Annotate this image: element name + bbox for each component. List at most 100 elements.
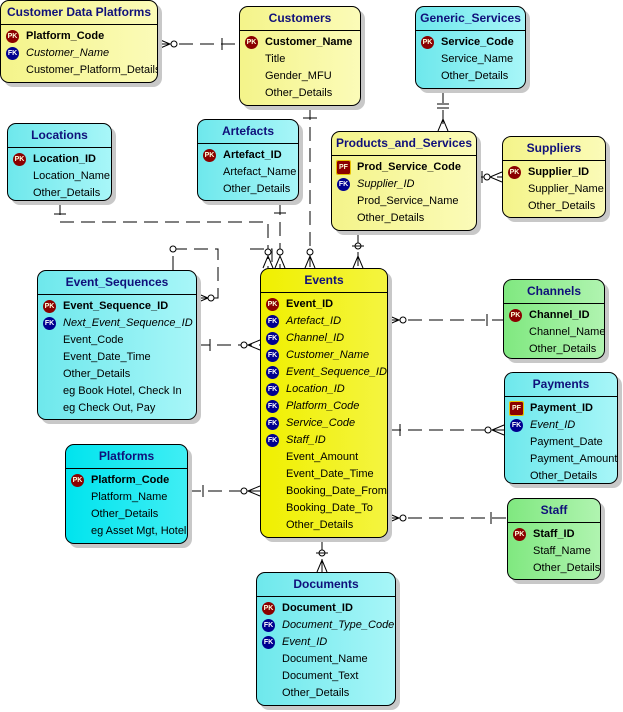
foreign-key-icon: FK bbox=[266, 383, 279, 396]
attribute-row: PK Event_Sequence_ID bbox=[38, 298, 196, 315]
attribute-name: Prod_Service_Code bbox=[357, 161, 461, 173]
attribute-row: Other_Details bbox=[66, 506, 187, 523]
entity-customers[interactable]: Customers PK Customer_Name Title Gender_MFU O… bbox=[239, 6, 361, 106]
attribute-row: eg Check Out, Pay bbox=[38, 400, 196, 417]
attribute-row: PK Artefact_ID bbox=[198, 147, 298, 164]
attribute-row: FK Document_Type_Code bbox=[257, 617, 395, 634]
attribute-name: Payment_Amount bbox=[530, 453, 618, 465]
attribute-row: PK Location_ID bbox=[8, 151, 111, 168]
entity-event-sequences[interactable]: Event_Sequences PK Event_Sequence_ID FK Next… bbox=[37, 270, 197, 420]
attribute-name: Artefact_ID bbox=[223, 149, 282, 161]
primary-key-icon: PK bbox=[13, 153, 26, 166]
attribute-name: Platform_Name bbox=[91, 491, 168, 503]
attribute-list: PK Staff_ID Staff_Name Other_Details bbox=[508, 523, 600, 577]
attribute-row: Document_Text bbox=[257, 668, 395, 685]
attribute-name: Staff_Name bbox=[533, 545, 591, 557]
attribute-row: PK Platform_Code bbox=[66, 472, 187, 489]
attribute-row: Customer_Platform_Details bbox=[1, 62, 157, 79]
attribute-row: FK Event_ID bbox=[505, 417, 617, 434]
entity-documents[interactable]: Documents PK Document_ID FK Document_Type_Co… bbox=[256, 572, 396, 706]
attribute-name: Event_Amount bbox=[286, 451, 359, 463]
entity-products-and-services[interactable]: Products_and_Services PF Prod_Service_Code… bbox=[331, 131, 477, 231]
attribute-name: Staff_ID bbox=[533, 528, 575, 540]
attribute-name: Event_ID bbox=[282, 636, 328, 648]
attribute-name: Other_Details bbox=[530, 470, 598, 482]
attribute-name: eg Asset Mgt, Hotel bbox=[91, 525, 187, 537]
entity-title: Platforms bbox=[66, 445, 187, 469]
attribute-name: Event_ID bbox=[286, 298, 334, 310]
entity-title: Staff bbox=[508, 499, 600, 523]
attribute-name: Supplier_Name bbox=[528, 183, 604, 195]
attribute-row: Other_Details bbox=[503, 198, 605, 215]
attribute-row: FK Channel_ID bbox=[261, 330, 387, 347]
entity-title: Products_and_Services bbox=[332, 132, 476, 156]
attribute-name: Event_Date_Time bbox=[286, 468, 374, 480]
attribute-name: Platform_Code bbox=[26, 30, 105, 42]
entity-title: Documents bbox=[257, 573, 395, 597]
entity-platforms[interactable]: Platforms PK Platform_Code Platform_Name Oth… bbox=[65, 444, 188, 544]
attribute-row: Service_Name bbox=[416, 51, 525, 68]
attribute-name: Other_Details bbox=[286, 519, 354, 531]
attribute-name: Service_Code bbox=[286, 417, 356, 429]
entity-customer-data-platforms[interactable]: Customer Data Platforms PK Platform_Code FK… bbox=[0, 0, 158, 83]
primary-key-icon: PK bbox=[43, 300, 56, 313]
attribute-row: Other_Details bbox=[38, 366, 196, 383]
attribute-name: Service_Name bbox=[441, 53, 514, 65]
primary-key-icon: PK bbox=[6, 30, 19, 43]
entity-channels[interactable]: Channels PK Channel_ID Channel_Name Other_De… bbox=[503, 279, 605, 359]
attribute-list: PK Channel_ID Channel_Name Other_Details bbox=[504, 304, 604, 358]
attribute-list: PK Event_ID FK Artefact_ID FK Channel_ID FK Cus… bbox=[261, 293, 387, 534]
entity-artefacts[interactable]: Artefacts PK Artefact_ID Artefact_Name Other… bbox=[197, 119, 299, 201]
attribute-row: Channel_Name bbox=[504, 324, 604, 341]
attribute-name: Artefact_ID bbox=[286, 315, 342, 327]
entity-suppliers[interactable]: Suppliers PK Supplier_ID Supplier_Name Other… bbox=[502, 136, 606, 218]
foreign-key-icon: FK bbox=[266, 434, 279, 447]
attribute-name: Staff_ID bbox=[286, 434, 326, 446]
entity-title: Events bbox=[261, 269, 387, 293]
attribute-name: Event_Code bbox=[63, 334, 124, 346]
attribute-row: FK Customer_Name bbox=[1, 45, 157, 62]
attribute-list: PK Location_ID Location_Name Other_Details bbox=[8, 148, 111, 200]
attribute-row: FK Service_Code bbox=[261, 415, 387, 432]
attribute-row: PF Prod_Service_Code bbox=[332, 159, 476, 176]
attribute-row: Staff_Name bbox=[508, 543, 600, 560]
primary-key-icon: PK bbox=[421, 36, 434, 49]
foreign-key-icon: FK bbox=[266, 332, 279, 345]
attribute-row: Event_Date_Time bbox=[261, 466, 387, 483]
attribute-row: Title bbox=[240, 51, 360, 68]
attribute-name: Other_Details bbox=[282, 687, 350, 699]
entity-title: Event_Sequences bbox=[38, 271, 196, 295]
foreign-key-icon: FK bbox=[337, 178, 350, 191]
entity-staff[interactable]: Staff PK Staff_ID Staff_Name Other_Details bbox=[507, 498, 601, 580]
attribute-row: FK Event_ID bbox=[257, 634, 395, 651]
attribute-name: Document_Type_Code bbox=[282, 619, 395, 631]
attribute-name: Event_Sequence_ID bbox=[63, 300, 169, 312]
attribute-name: eg Check Out, Pay bbox=[63, 402, 156, 414]
attribute-name: Booking_Date_To bbox=[286, 502, 373, 514]
attribute-row: FK Location_ID bbox=[261, 381, 387, 398]
entity-events[interactable]: Events PK Event_ID FK Artefact_ID FK Channel_I… bbox=[260, 268, 388, 538]
attribute-name: Customer_Name bbox=[265, 36, 353, 48]
attribute-row: Payment_Amount bbox=[505, 451, 617, 468]
attribute-name: Booking_Date_From bbox=[286, 485, 387, 497]
attribute-name: Customer_Name bbox=[26, 47, 110, 59]
attribute-row: Event_Code bbox=[38, 332, 196, 349]
attribute-list: PK Platform_Code FK Customer_Name Customer_P… bbox=[1, 25, 157, 79]
attribute-name: Payment_ID bbox=[530, 402, 593, 414]
entity-payments[interactable]: Payments PF Payment_ID FK Event_ID Payment_Da… bbox=[504, 372, 618, 484]
foreign-key-icon: FK bbox=[266, 349, 279, 362]
foreign-key-icon: FK bbox=[262, 619, 275, 632]
attribute-row: FK Platform_Code bbox=[261, 398, 387, 415]
attribute-name: Other_Details bbox=[91, 508, 159, 520]
attribute-name: Other_Details bbox=[223, 183, 291, 195]
entity-title: Customer Data Platforms bbox=[1, 1, 157, 25]
attribute-list: PF Prod_Service_Code FK Supplier_ID Prod_Ser… bbox=[332, 156, 476, 227]
attribute-row: FK Artefact_ID bbox=[261, 313, 387, 330]
attribute-row: PK Platform_Code bbox=[1, 28, 157, 45]
entity-locations[interactable]: Locations PK Location_ID Location_Name Other… bbox=[7, 123, 112, 201]
attribute-name: Event_Sequence_ID bbox=[286, 366, 387, 378]
attribute-name: Next_Event_Sequence_ID bbox=[63, 317, 193, 329]
attribute-row: Event_Date_Time bbox=[38, 349, 196, 366]
attribute-row: Prod_Service_Name bbox=[332, 193, 476, 210]
entity-generic-services[interactable]: Generic_Services PK Service_Code Service_Na… bbox=[415, 6, 526, 89]
